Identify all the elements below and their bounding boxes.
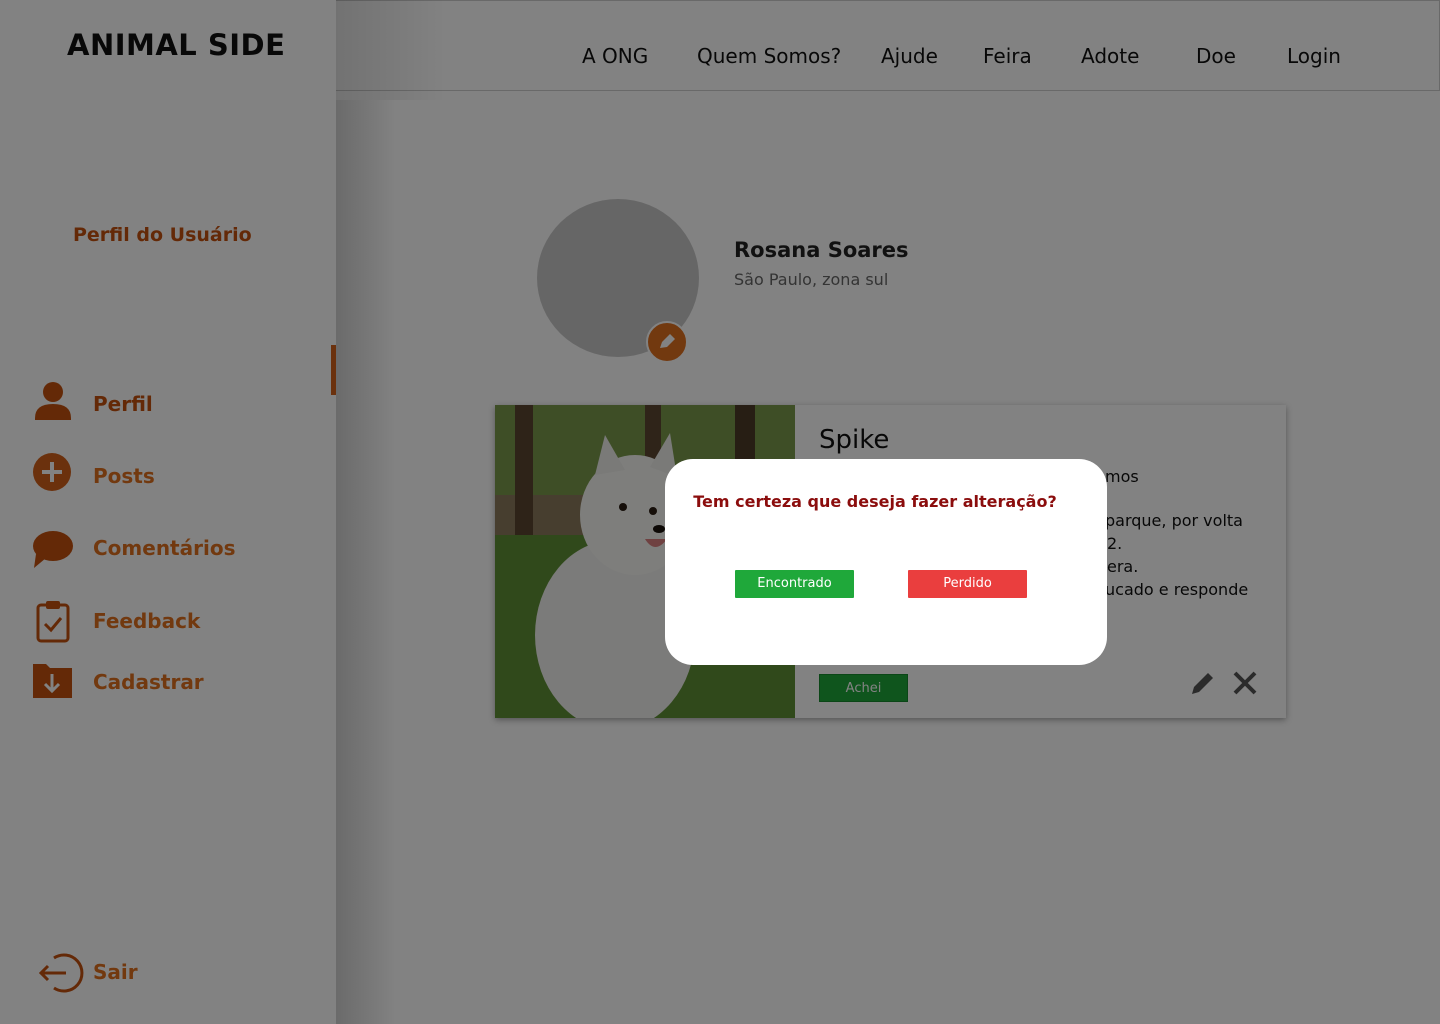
confirm-modal: Tem certeza que deseja fazer alteração? … (665, 459, 1107, 665)
lost-button[interactable]: Perdido (908, 570, 1027, 598)
header-shadow (336, 0, 446, 100)
found-button[interactable]: Encontrado (735, 570, 854, 598)
modal-question: Tem certeza que deseja fazer alteração? (693, 492, 1057, 511)
sidebar-shadow (336, 100, 396, 1024)
